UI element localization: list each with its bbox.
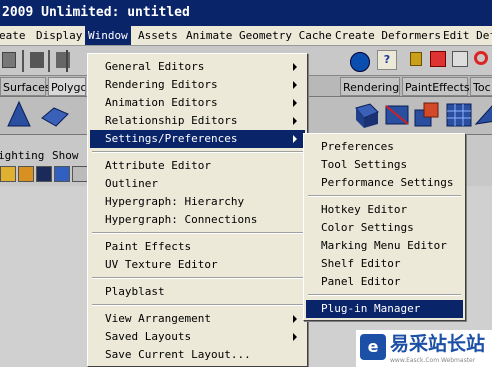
cone-icon[interactable] <box>4 100 34 130</box>
menu-item-preferences[interactable]: Preferences <box>306 138 463 156</box>
toolbar-separator <box>48 50 50 72</box>
menu-item-color-settings[interactable]: Color Settings <box>306 219 463 237</box>
toolbar-separator <box>22 50 24 72</box>
plane-icon[interactable] <box>40 100 70 130</box>
panel-menu-lighting[interactable]: ighting <box>0 147 44 164</box>
menu-item-attribute-editor[interactable]: Attribute Editor <box>90 157 305 175</box>
textured-icon[interactable] <box>54 166 70 182</box>
menu-edit-deformers[interactable]: Edit Def <box>440 26 492 45</box>
magnet-icon[interactable] <box>474 51 488 65</box>
menu-item-shelf-editor[interactable]: Shelf Editor <box>306 255 463 273</box>
extrude-icon[interactable] <box>412 100 442 130</box>
split-polygon-icon[interactable] <box>382 100 412 130</box>
watermark-text: 易采站长站 <box>390 333 486 355</box>
menu-assets[interactable]: Assets <box>135 26 181 45</box>
menu-item-uv-texture-editor[interactable]: UV Texture Editor <box>90 256 305 274</box>
submenu-arrow-icon <box>293 117 297 125</box>
menu-item-paint-effects[interactable]: Paint Effects <box>90 238 305 256</box>
menu-item-hypergraph-hierarchy[interactable]: Hypergraph: Hierarchy <box>90 193 305 211</box>
submenu-arrow-icon <box>293 333 297 341</box>
watermark-url: www.Easck.Com Webmaster <box>390 357 476 364</box>
help-icon[interactable]: ? <box>377 50 397 70</box>
menu-item-rendering-editors[interactable]: Rendering Editors <box>90 76 305 94</box>
menu-geometry-cache[interactable]: Geometry Cache <box>236 26 335 45</box>
menu-item-save-current-layout[interactable]: Save Current Layout... <box>90 346 305 364</box>
panel-toolbar <box>0 164 90 186</box>
menu-create-deformers[interactable]: Create Deformers <box>332 26 444 45</box>
shelf-tab-polygons[interactable]: Polygo <box>48 77 86 96</box>
menu-item-hotkey-editor[interactable]: Hotkey Editor <box>306 201 463 219</box>
menu-item-view-arrangement[interactable]: View Arrangement <box>90 310 305 328</box>
menu-item-marking-menu-editor[interactable]: Marking Menu Editor <box>306 237 463 255</box>
cube-mesh-icon[interactable] <box>352 100 382 130</box>
menu-item-hypergraph-connections[interactable]: Hypergraph: Connections <box>90 211 305 229</box>
menu-separator <box>92 304 303 306</box>
window-title: 2009 Unlimited: untitled <box>0 0 492 26</box>
shelf-tab-rendering[interactable]: Rendering <box>340 77 400 96</box>
menu-item-settings-preferences[interactable]: Settings/Preferences <box>90 130 305 148</box>
wedge-icon[interactable] <box>474 100 492 130</box>
window-menu: General Editors Rendering Editors Animat… <box>87 53 308 367</box>
menu-separator <box>308 294 461 296</box>
toolbar-separator <box>66 50 68 72</box>
menu-item-performance-settings[interactable]: Performance Settings <box>306 174 463 192</box>
submenu-arrow-icon <box>293 81 297 89</box>
main-menubar: eate Display Window Assets Animate Geome… <box>0 26 492 46</box>
toolbar-icon[interactable] <box>2 52 16 68</box>
menu-item-tool-settings[interactable]: Tool Settings <box>306 156 463 174</box>
menu-item-relationship-editors[interactable]: Relationship Editors <box>90 112 305 130</box>
submenu-arrow-icon <box>293 99 297 107</box>
submenu-arrow-icon <box>293 135 297 143</box>
menu-item-playblast[interactable]: Playblast <box>90 283 305 301</box>
menu-separator <box>92 232 303 234</box>
shelf-tab-surfaces[interactable]: Surfaces <box>0 77 51 96</box>
submenu-arrow-icon <box>293 315 297 323</box>
grid-mesh-icon[interactable] <box>444 100 474 130</box>
menu-item-saved-layouts[interactable]: Saved Layouts <box>90 328 305 346</box>
panel-menu-show[interactable]: Show <box>52 147 79 164</box>
wireframe-icon[interactable] <box>18 166 34 182</box>
globe-icon[interactable] <box>350 52 370 72</box>
smooth-shade-icon[interactable] <box>36 166 52 182</box>
menu-display[interactable]: Display <box>33 26 85 45</box>
menu-item-general-editors[interactable]: General Editors <box>90 58 305 76</box>
menu-separator <box>308 195 461 197</box>
watermark: e 易采站长站 www.Easck.Com Webmaster <box>356 330 492 367</box>
render-settings-icon[interactable] <box>452 51 468 67</box>
submenu-arrow-icon <box>293 63 297 71</box>
menu-separator <box>92 277 303 279</box>
menu-separator <box>92 151 303 153</box>
menu-animate[interactable]: Animate <box>183 26 235 45</box>
menu-item-panel-editor[interactable]: Panel Editor <box>306 273 463 291</box>
settings-preferences-submenu: Preferences Tool Settings Performance Se… <box>303 133 466 321</box>
menu-create[interactable]: eate <box>0 26 29 45</box>
lighting-icon[interactable] <box>72 166 88 182</box>
menu-window[interactable]: Window <box>85 26 131 45</box>
render-icon[interactable] <box>430 51 446 67</box>
toolbar-icon[interactable] <box>30 52 44 68</box>
menu-item-outliner[interactable]: Outliner <box>90 175 305 193</box>
watermark-logo-icon: e <box>360 334 386 360</box>
menu-item-animation-editors[interactable]: Animation Editors <box>90 94 305 112</box>
shelf-tab-painteffects[interactable]: PaintEffects <box>402 77 470 96</box>
camera-attributes-icon[interactable] <box>0 166 16 182</box>
menu-item-plugin-manager[interactable]: Plug-in Manager <box>306 300 463 318</box>
lock-icon[interactable] <box>410 52 422 66</box>
shelf-tab-toon[interactable]: Toc <box>470 77 492 96</box>
